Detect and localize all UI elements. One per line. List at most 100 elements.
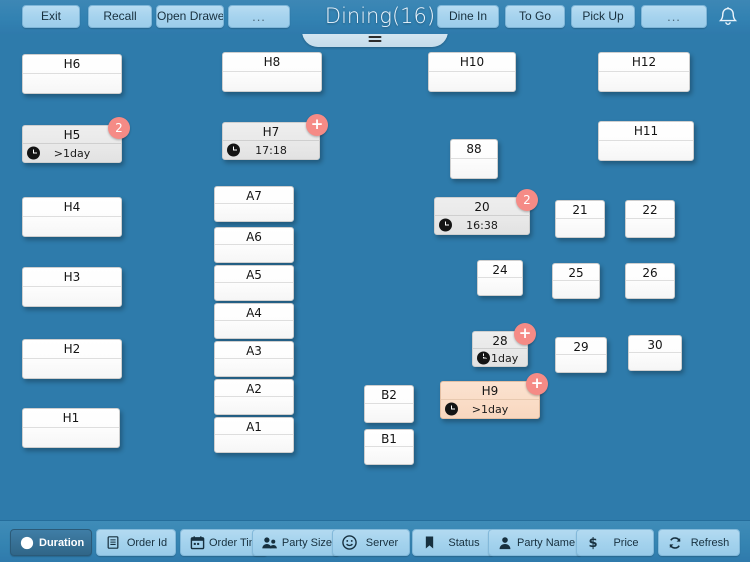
table-body bbox=[556, 219, 604, 237]
table-card[interactable]: H1 bbox=[22, 408, 120, 448]
table-label: H12 bbox=[599, 53, 689, 72]
dine-in-button[interactable]: Dine In bbox=[437, 5, 499, 28]
top-toolbar: Dining(16) Exit Recall Open Drawer... Dine … bbox=[0, 0, 750, 34]
table-label: H9 bbox=[441, 382, 539, 400]
table-duration: >1day bbox=[471, 403, 509, 416]
sort-party-size-button[interactable]: Party Size bbox=[252, 529, 340, 556]
table-label: 26 bbox=[626, 264, 674, 281]
table-card[interactable]: H6 bbox=[22, 54, 122, 94]
table-label: 21 bbox=[556, 201, 604, 219]
table-card[interactable]: 28 >1day + bbox=[472, 323, 536, 367]
sort-duration-button[interactable]: Duration bbox=[10, 529, 92, 556]
table-body bbox=[478, 278, 522, 295]
table-card[interactable]: 21 bbox=[555, 200, 605, 238]
table-card[interactable]: A3 bbox=[214, 341, 294, 377]
toolbar-button-label: Refresh bbox=[690, 536, 730, 549]
table-card[interactable]: B2 bbox=[364, 385, 414, 423]
table-body bbox=[215, 283, 293, 300]
table-card[interactable]: H11 bbox=[598, 121, 694, 161]
page-title: Dining(16) bbox=[324, 4, 436, 28]
table-card[interactable]: A2 bbox=[214, 379, 294, 415]
table-label: B1 bbox=[365, 430, 413, 447]
table-card[interactable]: 20 16:38 2 bbox=[434, 189, 538, 235]
table-label: 29 bbox=[556, 338, 606, 355]
table-duration: >1day bbox=[53, 147, 91, 160]
add-order-badge[interactable]: + bbox=[514, 323, 536, 345]
table-card[interactable]: A1 bbox=[214, 417, 294, 453]
table-card[interactable]: A4 bbox=[214, 303, 294, 339]
sort-party-name-button[interactable]: Party Name bbox=[488, 529, 582, 556]
table-body bbox=[626, 281, 674, 298]
table-duration: 16:38 bbox=[466, 219, 498, 232]
refresh-button[interactable]: Refresh bbox=[658, 529, 740, 556]
table-card[interactable]: H7 17:18 + bbox=[222, 114, 328, 160]
table-body bbox=[23, 359, 121, 378]
table-label: 88 bbox=[451, 140, 497, 159]
table-label: 25 bbox=[553, 264, 599, 281]
more-right-button[interactable]: ... bbox=[641, 5, 707, 28]
table-card[interactable]: 22 bbox=[625, 200, 675, 238]
table-card[interactable]: H5 >1day 2 bbox=[22, 117, 130, 163]
table-card[interactable]: H10 bbox=[428, 52, 516, 92]
open-drawer-button[interactable]: Open Drawer bbox=[156, 5, 224, 28]
table-label: 22 bbox=[626, 201, 674, 219]
table-card[interactable]: 24 bbox=[477, 260, 523, 296]
table-card[interactable]: 30 bbox=[628, 335, 682, 371]
table-body bbox=[23, 74, 121, 93]
table-card[interactable]: H2 bbox=[22, 339, 122, 379]
more-left-button[interactable]: ... bbox=[228, 5, 290, 28]
pick-up-button[interactable]: Pick Up bbox=[571, 5, 635, 28]
sort-status-button[interactable]: Status bbox=[412, 529, 494, 556]
table-label: A5 bbox=[215, 266, 293, 283]
table-label: H1 bbox=[23, 409, 119, 428]
add-order-badge[interactable]: + bbox=[526, 373, 548, 395]
recall-button[interactable]: Recall bbox=[88, 5, 152, 28]
order-count-badge[interactable]: 2 bbox=[108, 117, 130, 139]
table-body bbox=[629, 353, 681, 370]
add-order-badge[interactable]: + bbox=[306, 114, 328, 136]
toolbar-button-label: Price bbox=[613, 536, 639, 549]
table-body bbox=[429, 72, 515, 91]
table-card[interactable]: H3 bbox=[22, 267, 122, 307]
table-body bbox=[215, 397, 293, 414]
table-body: >1day bbox=[23, 144, 121, 162]
table-card[interactable]: 29 bbox=[555, 337, 607, 373]
bookmark-icon bbox=[417, 535, 441, 550]
bottom-toolbar: Duration Order Id Order Time Party Size Serv… bbox=[0, 520, 750, 562]
table-body bbox=[223, 72, 321, 91]
table-card[interactable]: H4 bbox=[22, 197, 122, 237]
clock-icon bbox=[15, 536, 39, 550]
table-body bbox=[215, 435, 293, 452]
table-label: H3 bbox=[23, 268, 121, 287]
table-label: A3 bbox=[215, 342, 293, 359]
table-body bbox=[556, 355, 606, 372]
table-label: H4 bbox=[23, 198, 121, 217]
refresh-icon bbox=[663, 536, 687, 550]
table-card[interactable]: A6 bbox=[214, 227, 294, 263]
table-body: 16:38 bbox=[435, 216, 529, 234]
to-go-button[interactable]: To Go bbox=[505, 5, 565, 28]
table-body bbox=[599, 72, 689, 91]
table-card[interactable]: A5 bbox=[214, 265, 294, 301]
sort-price-button[interactable]: $ Price bbox=[576, 529, 654, 556]
table-card[interactable]: A7 bbox=[214, 186, 294, 222]
table-label: H6 bbox=[23, 55, 121, 74]
sort-order-id-button[interactable]: Order Id bbox=[96, 529, 176, 556]
table-label: A2 bbox=[215, 380, 293, 397]
table-body bbox=[23, 428, 119, 447]
table-card[interactable]: B1 bbox=[364, 429, 414, 465]
table-label: H10 bbox=[429, 53, 515, 72]
table-card[interactable]: H8 bbox=[222, 52, 322, 92]
table-card[interactable]: 25 bbox=[552, 263, 600, 299]
table-card[interactable]: H12 bbox=[598, 52, 690, 92]
order-count-badge[interactable]: 2 bbox=[516, 189, 538, 211]
table-label: A6 bbox=[215, 228, 293, 245]
bell-icon[interactable] bbox=[714, 4, 742, 30]
table-card[interactable]: 26 bbox=[625, 263, 675, 299]
exit-button[interactable]: Exit bbox=[22, 5, 80, 28]
table-card[interactable]: H9 >1day + bbox=[440, 373, 548, 419]
sort-server-button[interactable]: Server bbox=[332, 529, 410, 556]
table-body bbox=[23, 287, 121, 306]
table-card[interactable]: 88 bbox=[450, 139, 498, 179]
table-body bbox=[215, 245, 293, 262]
